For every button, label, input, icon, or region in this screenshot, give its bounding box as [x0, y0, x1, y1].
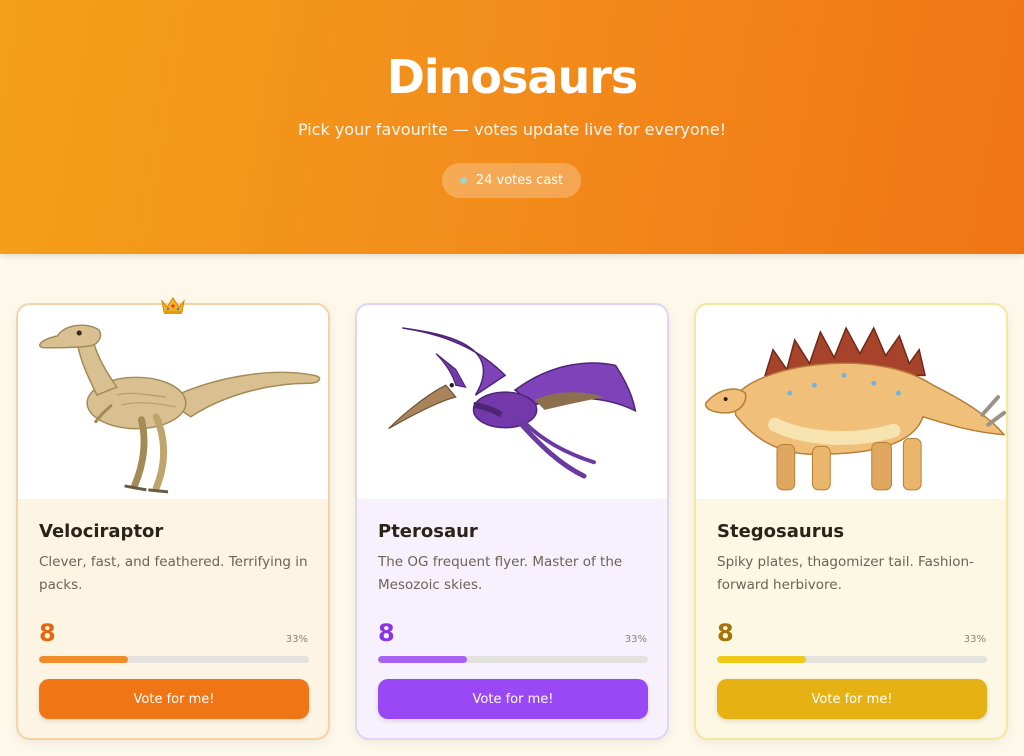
- vote-button-pterosaur[interactable]: Vote for me!: [378, 679, 648, 719]
- dino-description: Spiky plates, thagomizer tail. Fashion-f…: [717, 554, 974, 593]
- vote-progress-fill: [39, 656, 129, 663]
- vote-percent: 33%: [963, 634, 986, 645]
- dino-card-pterosaur: Pterosaur The OG frequent flyer. Master …: [355, 303, 669, 740]
- vote-button-velociraptor[interactable]: Vote for me!: [39, 679, 309, 719]
- dino-description: Clever, fast, and feathered. Terrifying …: [39, 554, 308, 593]
- velociraptor-image: [18, 305, 328, 499]
- dino-card-stegosaurus: Stegosaurus Spiky plates, thagomizer tai…: [694, 303, 1008, 740]
- vote-progress-track: [378, 656, 648, 663]
- page-header: Dinosaurs Pick your favourite — votes up…: [0, 0, 1024, 254]
- dino-name: Velociraptor: [39, 521, 164, 542]
- vote-progress-fill: [378, 656, 468, 663]
- votes-cast-label: 24 votes cast: [475, 173, 564, 188]
- vote-percent: 33%: [285, 634, 308, 645]
- stegosaurus-image: [696, 305, 1006, 499]
- vote-count: 8: [39, 619, 56, 647]
- vote-progress-track: [39, 656, 309, 663]
- vote-count: 8: [378, 619, 395, 647]
- vote-progress-fill: [717, 656, 807, 663]
- dino-card-velociraptor: Velociraptor Clever, fast, and feathered…: [16, 303, 330, 740]
- votes-cast-badge: 24 votes cast: [442, 163, 581, 198]
- vote-percent: 33%: [624, 634, 647, 645]
- vote-count: 8: [717, 619, 734, 647]
- vote-progress-track: [717, 656, 987, 663]
- page-subtitle: Pick your favourite — votes update live …: [297, 120, 727, 139]
- dino-name: Stegosaurus: [717, 521, 845, 542]
- crown-icon: [161, 297, 185, 314]
- dino-name: Pterosaur: [378, 521, 478, 542]
- live-indicator-icon: [459, 177, 467, 184]
- page-title: Dinosaurs: [386, 50, 639, 104]
- pterosaur-image: [357, 305, 667, 499]
- vote-button-stegosaurus[interactable]: Vote for me!: [717, 679, 987, 719]
- dino-description: The OG frequent flyer. Master of the Mes…: [378, 554, 623, 593]
